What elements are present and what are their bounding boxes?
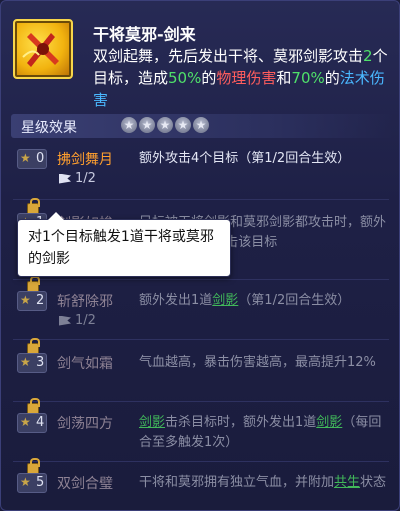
star-icon: ★	[20, 151, 31, 165]
divider	[13, 461, 389, 462]
star-effect-name: 剑气如霜	[57, 356, 113, 372]
skill-description: 双剑起舞，先后发出干将、莫邪剑影攻击2个目标，造成50%的物理伤害和70%的法术…	[93, 47, 388, 109]
star-effect-row-2[interactable]: ★ 2 斩舒除邪 1/2 额外发出1道剑影（第1/2回合生效）	[15, 276, 393, 335]
divider	[13, 401, 389, 402]
flag-icon	[59, 315, 71, 326]
star-icon: ★	[139, 117, 155, 133]
star-level-badge: ★ 5	[17, 473, 47, 493]
star-icon: ★	[175, 117, 191, 133]
star-effect-name: 拂剑舞月	[57, 152, 113, 168]
star-icon: ★	[157, 117, 173, 133]
star-effect-description: 干将和莫邪拥有独立气血，并附加共生状态	[139, 475, 387, 490]
star-effect-description: 额外攻击4个目标（第1/2回合生效）	[139, 151, 351, 166]
flag-icon	[59, 173, 71, 184]
star-effect-description: 剑影击杀目标时，额外发出1道剑影（每回合至多触发1次）	[139, 415, 382, 450]
keyword-link[interactable]: 剑影	[139, 415, 165, 430]
star-effect-name: 斩舒除邪	[57, 294, 113, 310]
skill-detail-panel: 干将莫邪-剑来 双剑起舞，先后发出干将、莫邪剑影攻击2个目标，造成50%的物理伤…	[0, 0, 400, 511]
star-icon: ★	[20, 415, 31, 429]
star-effects-header: 星级效果 ★ ★ ★ ★ ★	[11, 114, 393, 138]
skill-name: 干将莫邪-剑来	[93, 25, 196, 44]
star-effect-name: 剑荡四方	[57, 416, 113, 432]
star-rating: ★ ★ ★ ★ ★	[121, 117, 209, 133]
star-effects-title: 星级效果	[21, 120, 77, 136]
star-effect-progress: 1/2	[59, 313, 96, 328]
star-effect-description: 额外发出1道剑影（第1/2回合生效）	[139, 293, 351, 308]
star-effect-row-0[interactable]: ★ 0 拂剑舞月 1/2 额外攻击4个目标（第1/2回合生效）	[15, 149, 393, 193]
star-icon: ★	[20, 293, 31, 307]
star-level-badge: ★ 3	[17, 353, 47, 373]
divider	[13, 199, 389, 200]
star-level-badge: ★ 4	[17, 413, 47, 433]
star-effect-description: 气血越高，暴击伤害越高，最高提升12%	[139, 355, 376, 370]
star-icon: ★	[20, 475, 31, 489]
star-effect-row-3[interactable]: ★ 3 剑气如霜 气血越高，暴击伤害越高，最高提升12%	[15, 338, 393, 397]
star-effect-row-4[interactable]: ★ 4 剑荡四方 剑影击杀目标时，额外发出1道剑影（每回合至多触发1次）	[15, 398, 393, 457]
star-effect-progress: 1/2	[59, 171, 96, 186]
star-effect-row-5[interactable]: ★ 5 双剑合璧 干将和莫邪拥有独立气血，并附加共生状态	[15, 458, 393, 510]
star-icon: ★	[20, 355, 31, 369]
keyword-link[interactable]: 剑影	[212, 293, 238, 308]
keyword-tooltip: 对1个目标触发1道干将或莫邪的剑影	[17, 212, 231, 277]
star-icon: ★	[193, 117, 209, 133]
divider	[13, 339, 389, 340]
keyword-link[interactable]: 剑影	[316, 415, 342, 430]
star-effect-name: 双剑合璧	[57, 476, 113, 492]
keyword-link[interactable]: 共生	[334, 475, 360, 490]
star-level-badge: ★ 2	[17, 291, 47, 311]
dual-sword-icon	[13, 19, 73, 79]
star-icon: ★	[121, 117, 137, 133]
divider	[13, 279, 389, 280]
star-level-badge: ★ 0	[17, 149, 47, 169]
